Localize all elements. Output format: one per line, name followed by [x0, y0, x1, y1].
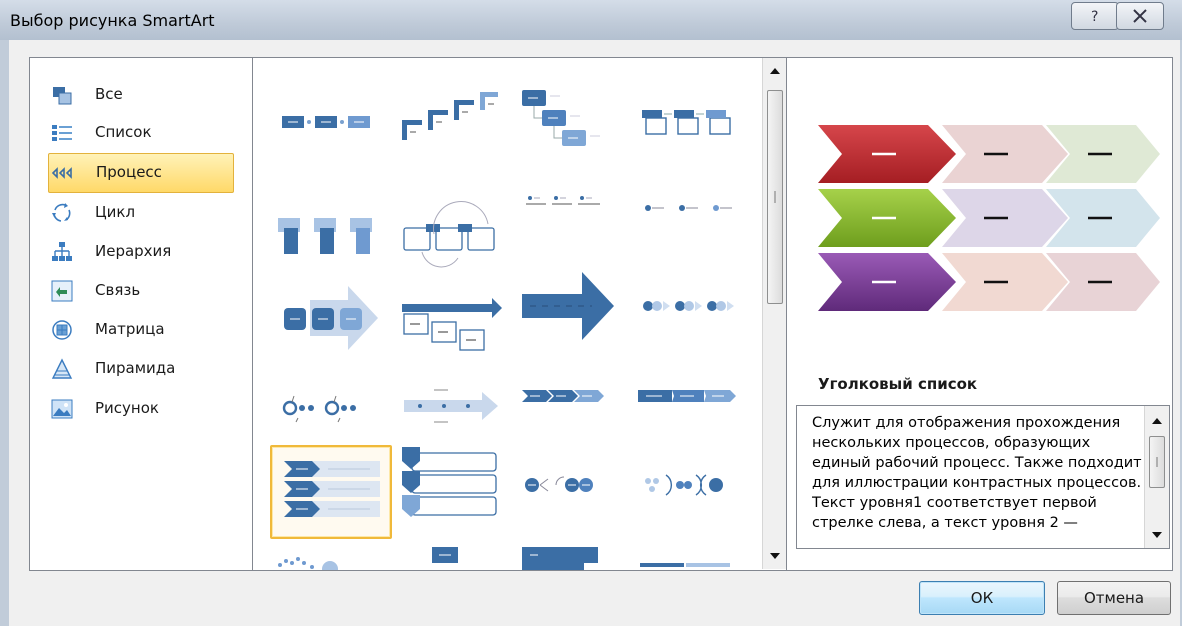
gallery-item-selected[interactable]: [270, 445, 392, 539]
category-item-picture[interactable]: Рисунок: [48, 390, 232, 428]
preview-image: [818, 125, 1160, 311]
close-button[interactable]: [1116, 2, 1164, 30]
category-item-hierarchy[interactable]: Иерархия: [48, 233, 232, 271]
relationship-icon: [51, 280, 73, 302]
preview-title: Уголковый список: [818, 375, 978, 393]
pyramid-icon: [51, 358, 73, 379]
category-item-cycle[interactable]: Цикл: [48, 194, 232, 232]
cycle-icon: [52, 203, 71, 222]
scroll-down-arrow-icon[interactable]: [1145, 524, 1169, 546]
gallery-item[interactable]: [638, 445, 756, 535]
list-icon: [52, 125, 72, 141]
matrix-icon: [52, 320, 72, 340]
hierarchy-icon: [52, 242, 72, 261]
gallery-item[interactable]: [398, 278, 516, 368]
category-list[interactable]: Все Список Процесс Цикл Иерархия Связь М…: [29, 57, 254, 571]
gallery-item[interactable]: [522, 445, 640, 535]
gallery-item[interactable]: [398, 188, 516, 278]
category-item-list[interactable]: Список: [48, 114, 232, 152]
help-button[interactable]: ?: [1071, 2, 1119, 30]
gallery-item[interactable]: [522, 168, 640, 258]
gallery-item[interactable]: [638, 78, 756, 168]
category-label: Процесс: [96, 163, 162, 181]
gallery-item[interactable]: [638, 268, 756, 358]
cancel-button[interactable]: Отмена: [1057, 581, 1171, 615]
scroll-down-arrow-icon[interactable]: [763, 545, 787, 567]
category-label: Иерархия: [95, 242, 172, 260]
category-label: Пирамида: [95, 359, 176, 377]
category-label: Связь: [95, 281, 141, 299]
all-icon: [53, 87, 72, 105]
picture-icon: [51, 399, 73, 419]
window-title: Выбор рисунка SmartArt: [10, 11, 215, 30]
category-label: Цикл: [95, 203, 136, 221]
gallery-item[interactable]: [638, 543, 756, 570]
ok-button[interactable]: ОК: [919, 581, 1045, 615]
process-icon: [52, 167, 72, 179]
category-item-process[interactable]: Процесс: [48, 153, 234, 193]
gallery-scrollbar[interactable]: [762, 58, 787, 569]
gallery-item[interactable]: [522, 543, 640, 570]
gallery-item[interactable]: [522, 78, 640, 168]
category-item-all[interactable]: Все: [48, 76, 232, 114]
scroll-up-arrow-icon[interactable]: [763, 60, 787, 82]
gallery-item[interactable]: [522, 358, 640, 448]
title-bar[interactable]: Выбор рисунка SmartArt ?: [0, 0, 1182, 40]
layout-gallery[interactable]: [252, 57, 788, 571]
category-item-matrix[interactable]: Матрица: [48, 311, 232, 349]
gallery-item[interactable]: [270, 545, 388, 570]
gallery-item[interactable]: [638, 168, 756, 258]
preview-description: Служит для отображения прохождения неско…: [812, 415, 1142, 531]
gallery-item[interactable]: [398, 78, 516, 168]
scroll-up-arrow-icon[interactable]: [1145, 410, 1169, 432]
gallery-item[interactable]: [398, 543, 516, 570]
description-scrollbar[interactable]: [1144, 406, 1169, 548]
category-label: Все: [95, 85, 123, 103]
close-icon: [1133, 9, 1147, 23]
gallery-item[interactable]: [270, 278, 388, 368]
gallery-item[interactable]: [638, 358, 756, 448]
category-item-relationship[interactable]: Связь: [48, 272, 232, 310]
category-label: Рисунок: [95, 399, 159, 417]
gallery-item[interactable]: [398, 445, 516, 535]
gallery-item[interactable]: [270, 188, 388, 278]
category-label: Список: [95, 123, 152, 141]
gallery-item[interactable]: [522, 268, 640, 358]
help-icon: ?: [1091, 9, 1098, 25]
gallery-scrollbar-thumb[interactable]: [767, 90, 783, 304]
gallery-item[interactable]: [270, 78, 388, 168]
description-scrollbar-thumb[interactable]: [1149, 436, 1165, 488]
category-item-pyramid[interactable]: Пирамида: [48, 350, 232, 388]
category-label: Матрица: [95, 320, 165, 338]
